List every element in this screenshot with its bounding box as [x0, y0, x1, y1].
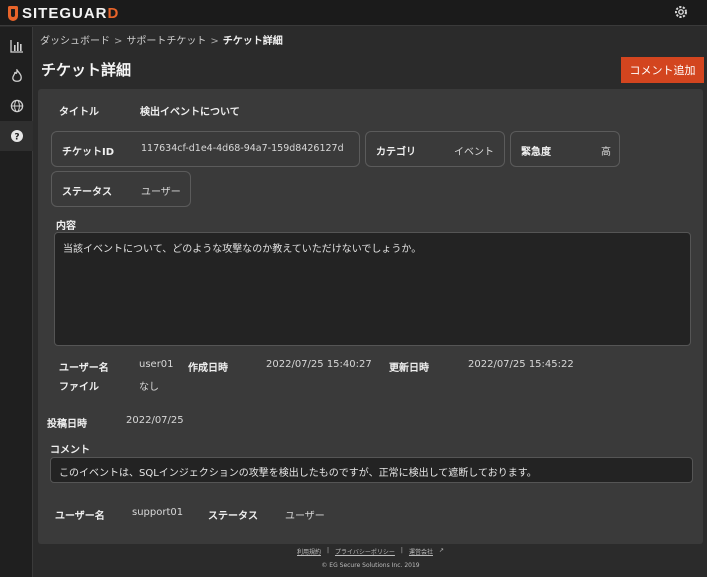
breadcrumb-separator: >: [210, 36, 219, 47]
flame-icon: [11, 69, 22, 82]
updated-value: 2022/07/25 15:45:22: [468, 359, 574, 370]
globe-icon: [10, 99, 23, 113]
status-box: ステータス ユーザー: [51, 171, 191, 207]
breadcrumb-separator: >: [114, 36, 123, 47]
user-value: user01: [139, 359, 174, 370]
file-value: なし: [139, 382, 159, 393]
sidebar-item-dashboard[interactable]: [0, 31, 33, 61]
logo[interactable]: SITEGUARD: [8, 4, 120, 22]
footer-divider: |: [327, 547, 330, 554]
page-title: チケット詳細: [41, 61, 132, 79]
updated-label: 更新日時: [389, 363, 429, 374]
created-value: 2022/07/25 15:40:27: [266, 359, 372, 370]
category-label: カテゴリ: [376, 147, 416, 158]
title-label: タイトル: [59, 107, 99, 118]
breadcrumb-support-tickets[interactable]: サポートチケット: [126, 36, 206, 47]
comment-text: このイベントは、SQLインジェクションの攻撃を検出したものですが、正常に検出して…: [50, 457, 693, 483]
category-box: カテゴリ イベント: [365, 131, 505, 167]
ticket-id-value: 117634cf-d1e4-4d68-94a7-159d8426127d: [141, 143, 344, 154]
svg-text:?: ?: [14, 133, 19, 143]
ticket-id-label: チケットID: [62, 147, 115, 158]
posted-value: 2022/07/25: [126, 415, 184, 426]
ticket-panel: タイトル 検出イベントについて チケットID 117634cf-d1e4-4d6…: [38, 89, 703, 429]
company-link[interactable]: 運営会社: [409, 547, 433, 556]
help-icon: ?: [10, 130, 23, 143]
bar-chart-icon: [9, 40, 23, 53]
terms-link[interactable]: 利用規約: [297, 547, 321, 556]
user-label: ユーザー名: [59, 363, 109, 374]
shield-logo-icon: [8, 5, 18, 21]
add-comment-button[interactable]: コメント追加: [621, 57, 704, 83]
title-value: 検出イベントについて: [140, 107, 240, 118]
breadcrumb: ダッシュボード > サポートチケット > チケット詳細: [40, 32, 283, 47]
comment-user-value: support01: [132, 507, 184, 518]
content-label: 内容: [56, 221, 76, 232]
category-value: イベント: [454, 147, 494, 158]
privacy-link[interactable]: プライバシーポリシー: [335, 547, 395, 556]
created-label: 作成日時: [188, 363, 228, 374]
urgency-box: 緊急度 高: [510, 131, 620, 167]
urgency-value: 高: [601, 147, 611, 158]
top-bar: SITEGUARD: [0, 0, 707, 26]
comment-label: コメント: [50, 445, 90, 456]
sidebar-item-support[interactable]: ?: [0, 121, 33, 151]
breadcrumb-dashboard[interactable]: ダッシュボード: [40, 36, 110, 47]
content-text: 当該イベントについて、どのような攻撃なのか教えていただけないでしょうか。: [54, 232, 691, 346]
ticket-id-box: チケットID 117634cf-d1e4-4d68-94a7-159d84261…: [51, 131, 360, 167]
comment-user-label: ユーザー名: [55, 511, 105, 522]
gear-icon[interactable]: [672, 4, 690, 22]
comment-status-label: ステータス: [208, 511, 258, 522]
logo-text: SITEGUARD: [22, 4, 120, 22]
urgency-label: 緊急度: [521, 147, 551, 158]
footer-divider: |: [400, 547, 403, 554]
breadcrumb-current: チケット詳細: [222, 36, 283, 47]
status-value: ユーザー: [141, 187, 181, 198]
main-content: ダッシュボード > サポートチケット > チケット詳細 チケット詳細 コメント追加 タイ…: [34, 27, 707, 577]
comment-status-value: ユーザー: [285, 511, 325, 522]
sidebar-item-sites[interactable]: [0, 91, 33, 121]
external-link-icon: ↗: [438, 547, 444, 554]
file-label: ファイル: [59, 382, 99, 393]
posted-label: 投稿日時: [47, 419, 87, 430]
comment-panel: 投稿日時 2022/07/25 コメント このイベントは、SQLインジェクション…: [38, 407, 703, 544]
sidebar-item-events[interactable]: [0, 61, 33, 91]
sidebar: ?: [0, 27, 33, 577]
footer: 利用規約 | プライバシーポリシー | 運営会社 ↗ © EG Secure S…: [34, 547, 707, 569]
copyright: © EG Secure Solutions Inc. 2019: [321, 562, 420, 569]
status-label: ステータス: [62, 187, 112, 198]
